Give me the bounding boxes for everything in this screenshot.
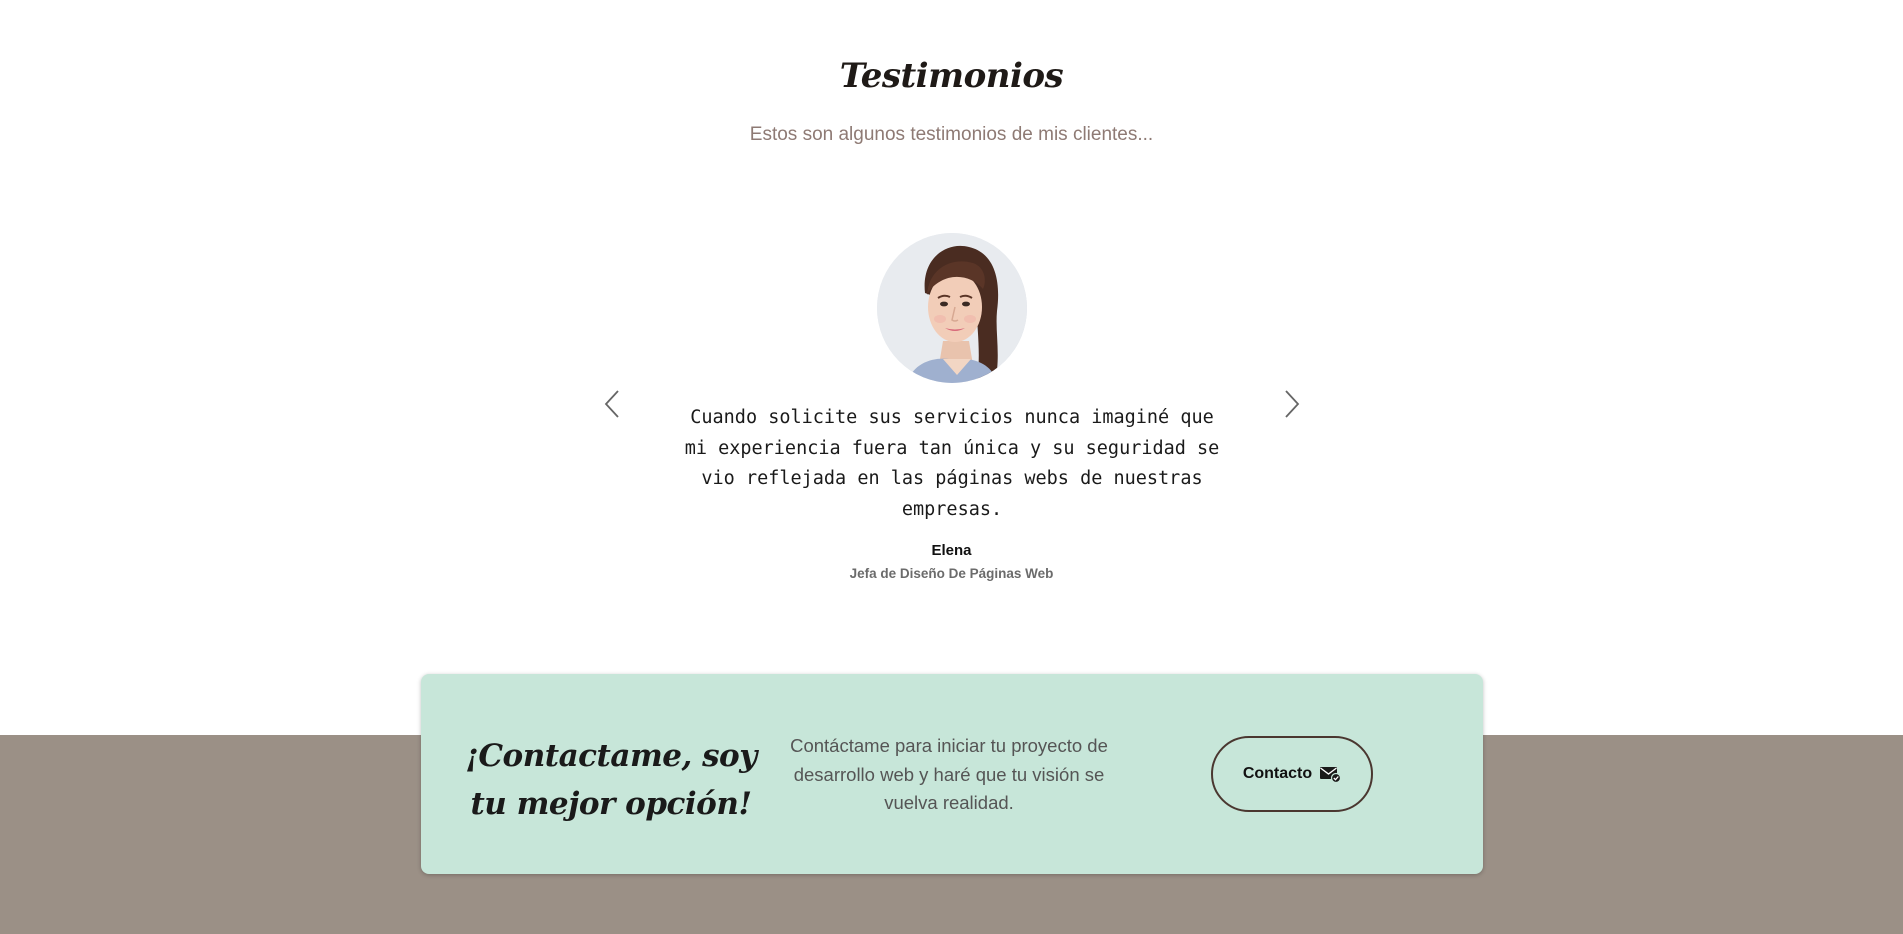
carousel-prev-button[interactable] [597,386,627,422]
testimonial-quote: Cuando solicite sus servicios nunca imag… [684,407,1220,520]
chevron-right-icon [1285,390,1300,418]
mail-check-icon [1319,765,1342,783]
testimonial-author-role: Jefa de Diseño De Páginas Web [849,566,1054,581]
contact-button[interactable]: Contacto [1211,736,1373,812]
carousel-next-button[interactable] [1277,386,1307,422]
contact-button-label: Contacto [1242,765,1313,782]
testimonials-section: Testimonios Estos son algunos testimonio… [0,0,1903,735]
cta-description: Contáctame para iniciar tu proyecto de d… [790,735,1108,813]
cta-heading: ¡Contactame, soy tu mejor opción! [465,738,757,822]
chevron-left-icon [604,390,619,418]
section-subtitle: Estos son algunos testimonios de mis cli… [749,124,1154,145]
testimonial-avatar [877,233,1027,383]
woman-portrait-icon [877,233,1027,383]
section-title: Testimonios [839,56,1064,96]
testimonial-author-name: Elena [931,542,972,559]
contact-cta-card: ¡Contactame, soy tu mejor opción! Contác… [421,674,1483,874]
